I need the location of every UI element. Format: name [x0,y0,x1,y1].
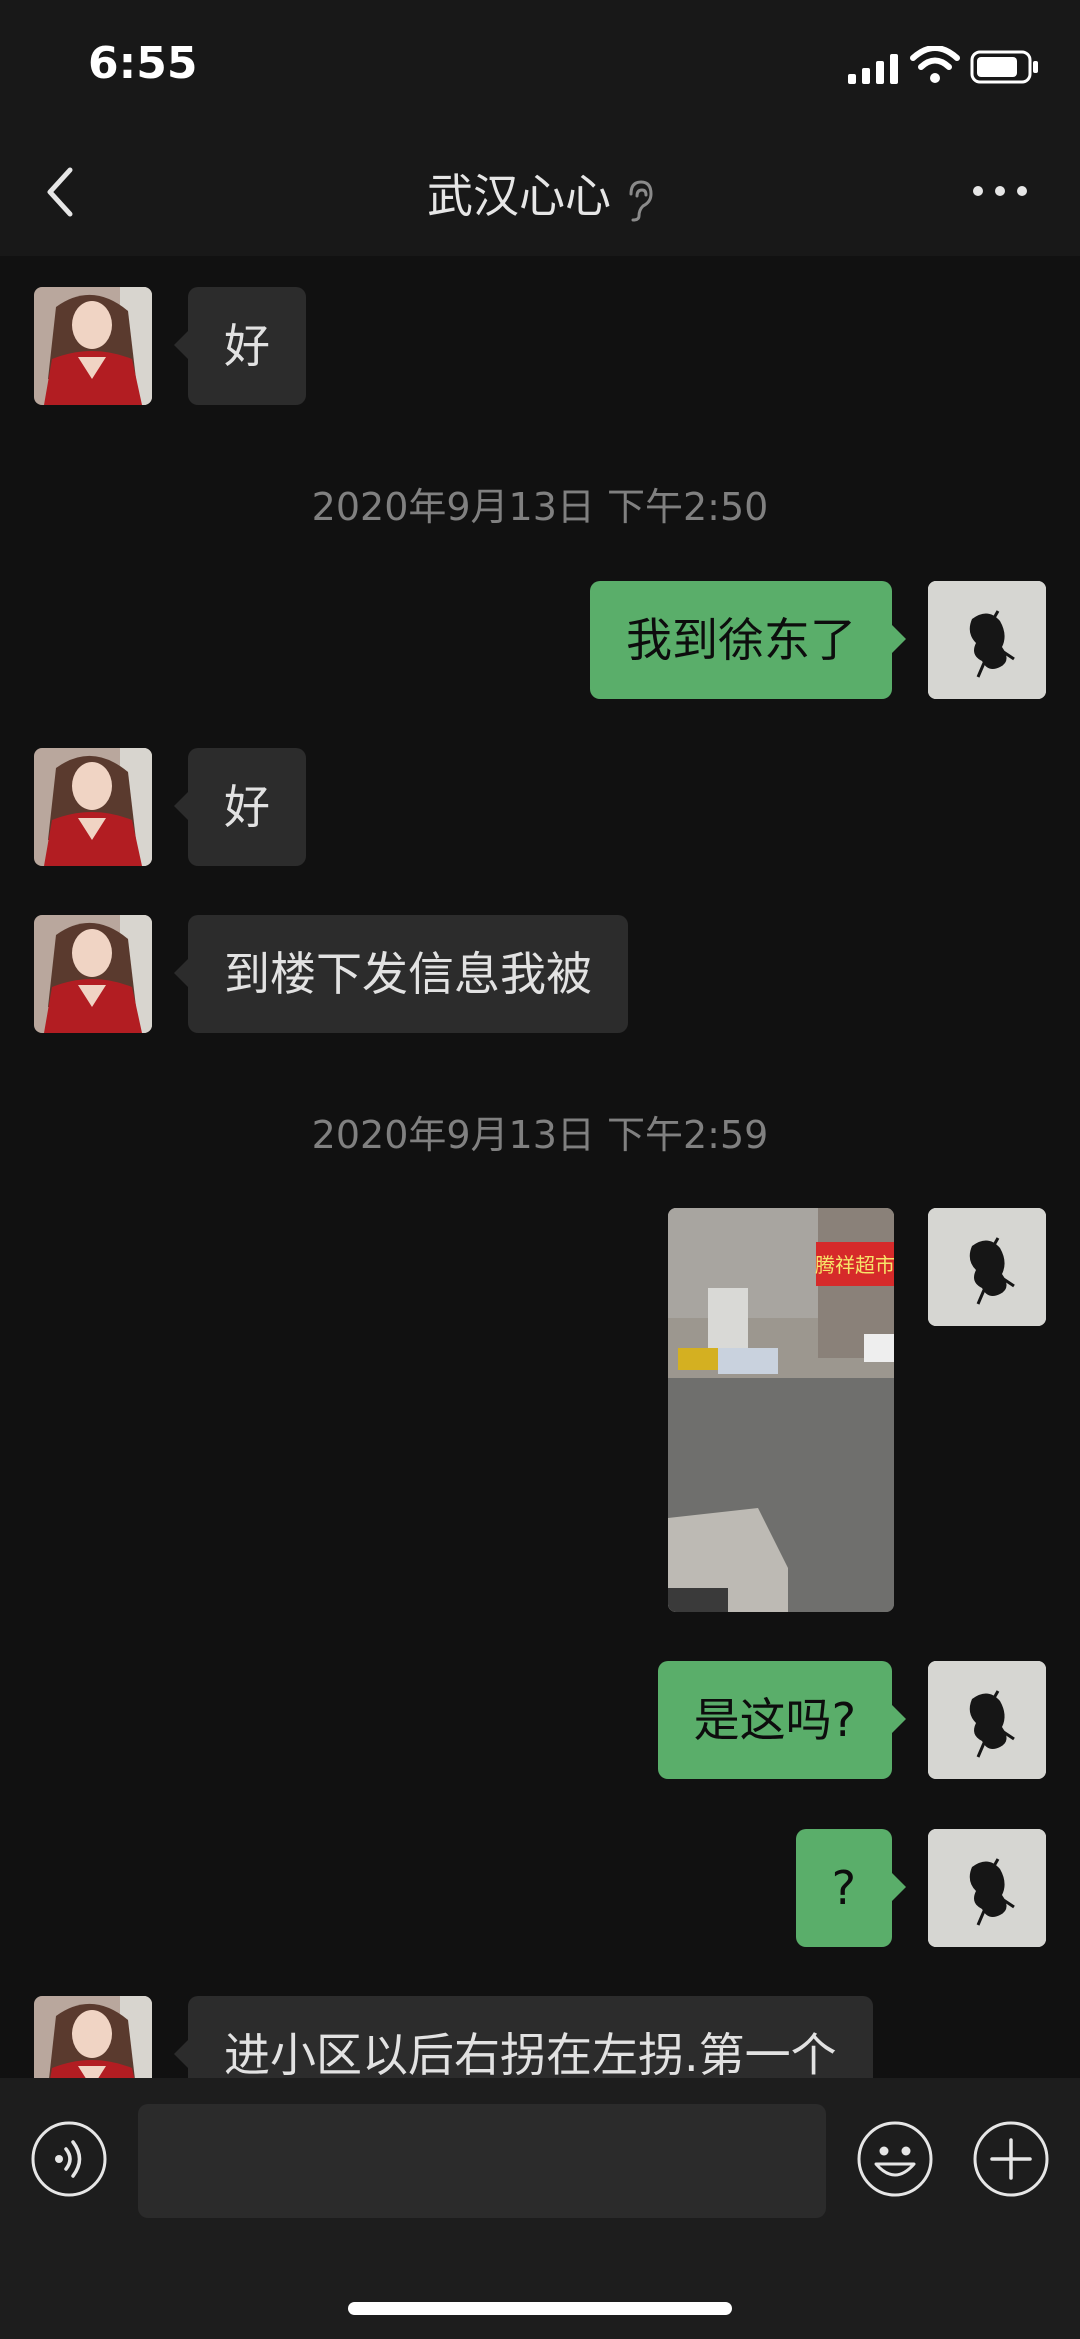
street-photo-image: 腾祥超市 [668,1208,894,1612]
incoming-message-bubble[interactable]: 好 [174,748,306,866]
status-time: 6:55 [88,38,198,89]
battery-icon [970,50,1038,84]
signal-icon [848,54,898,84]
chat-title: 武汉心心 [427,169,611,223]
shop-sign-text: 腾祥超市 [815,1253,894,1277]
status-bar: 6:55 [0,0,1080,130]
my-avatar[interactable] [928,581,1046,699]
voice-icon[interactable] [30,2120,108,2198]
contact-avatar[interactable] [34,915,152,1033]
chat-title-wrap: 武汉心心 [0,160,1080,226]
chat-input-bar [0,2078,1080,2339]
plus-icon[interactable] [972,2120,1050,2198]
ear-icon [629,179,653,221]
outgoing-message-bubble[interactable]: 是这吗? [657,1661,907,1779]
my-avatar[interactable] [928,1208,1046,1326]
emoji-icon[interactable] [856,2120,934,2198]
home-indicator[interactable] [348,2302,732,2315]
nav-bar: 武汉心心 [0,130,1080,256]
my-avatar[interactable] [928,1661,1046,1779]
more-dots-icon[interactable] [970,176,1030,206]
timestamp-label: 2020年9月13日 下午2:59 [311,1113,769,1157]
contact-avatar[interactable] [34,748,152,866]
message-input[interactable] [138,2104,826,2218]
incoming-message-bubble[interactable]: 到楼下发信息我被 [174,915,628,1033]
outgoing-message-bubble[interactable]: 我到徐东了 [590,581,906,699]
timestamp-label: 2020年9月13日 下午2:50 [311,485,769,529]
outgoing-message-bubble[interactable]: ? [795,1829,907,1947]
wifi-icon [910,46,960,83]
my-avatar[interactable] [928,1829,1046,1947]
sent-photo[interactable]: 腾祥超市 [668,1208,894,1612]
contact-avatar[interactable] [34,287,152,405]
incoming-message-bubble[interactable]: 好 [174,287,306,405]
